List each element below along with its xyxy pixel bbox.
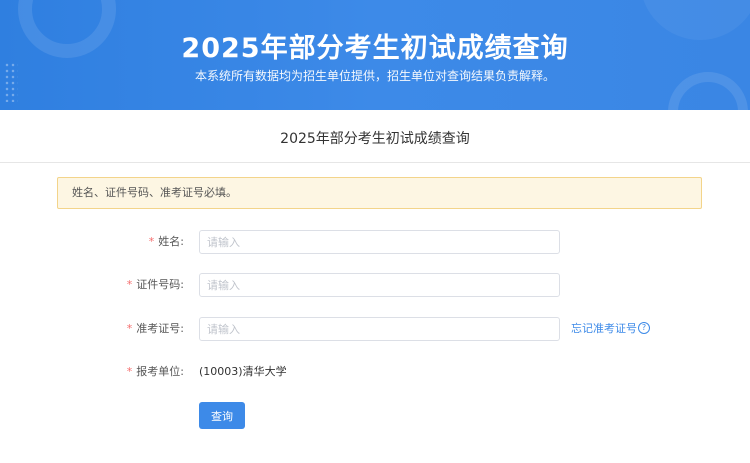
question-circle-icon: ? bbox=[638, 322, 650, 334]
form-row-id-number: * 证件号码: bbox=[0, 273, 750, 297]
unit-value: (10003)清华大学 bbox=[199, 365, 287, 378]
forgot-exam-number-link[interactable]: 忘记准考证号? bbox=[571, 317, 650, 341]
id-number-input[interactable] bbox=[199, 273, 560, 297]
id-number-label: * 证件号码: bbox=[127, 273, 184, 297]
header-banner: 2025年部分考生初试成绩查询 本系统所有数据均为招生单位提供，招生单位对查询结… bbox=[0, 0, 750, 110]
exam-number-label: * 准考证号: bbox=[127, 317, 184, 341]
required-mark: * bbox=[126, 365, 133, 378]
required-mark: * bbox=[126, 322, 133, 335]
banner-subtitle: 本系统所有数据均为招生单位提供，招生单位对查询结果负责解释。 bbox=[194, 69, 555, 83]
unit-label-text: 报考单位: bbox=[136, 365, 184, 378]
id-number-label-text: 证件号码: bbox=[136, 278, 184, 291]
form-row-name: * 姓名: bbox=[0, 230, 750, 254]
query-button[interactable]: 查询 bbox=[199, 402, 245, 429]
forgot-exam-number-text: 忘记准考证号 bbox=[571, 322, 637, 335]
required-mark: * bbox=[126, 278, 133, 291]
unit-label: * 报考单位: bbox=[127, 360, 184, 384]
name-label: * 姓名: bbox=[149, 230, 184, 254]
form-row-exam-number: *准考证号: 忘记准考证号? bbox=[0, 317, 750, 341]
banner-title: 2025年部分考生初试成绩查询 bbox=[181, 33, 569, 64]
name-label-text: 姓名: bbox=[158, 235, 184, 248]
exam-number-label-text: 准考证号: bbox=[136, 322, 184, 335]
required-fields-alert: 姓名、证件号码、准考证号必填。 bbox=[57, 177, 702, 209]
name-input[interactable] bbox=[199, 230, 560, 254]
exam-number-input[interactable] bbox=[199, 317, 560, 341]
form-row-unit: * 报考单位: (10003)清华大学 bbox=[0, 360, 750, 384]
section-title: 2025年部分考生初试成绩查询 bbox=[0, 110, 750, 163]
required-mark: * bbox=[148, 235, 155, 248]
